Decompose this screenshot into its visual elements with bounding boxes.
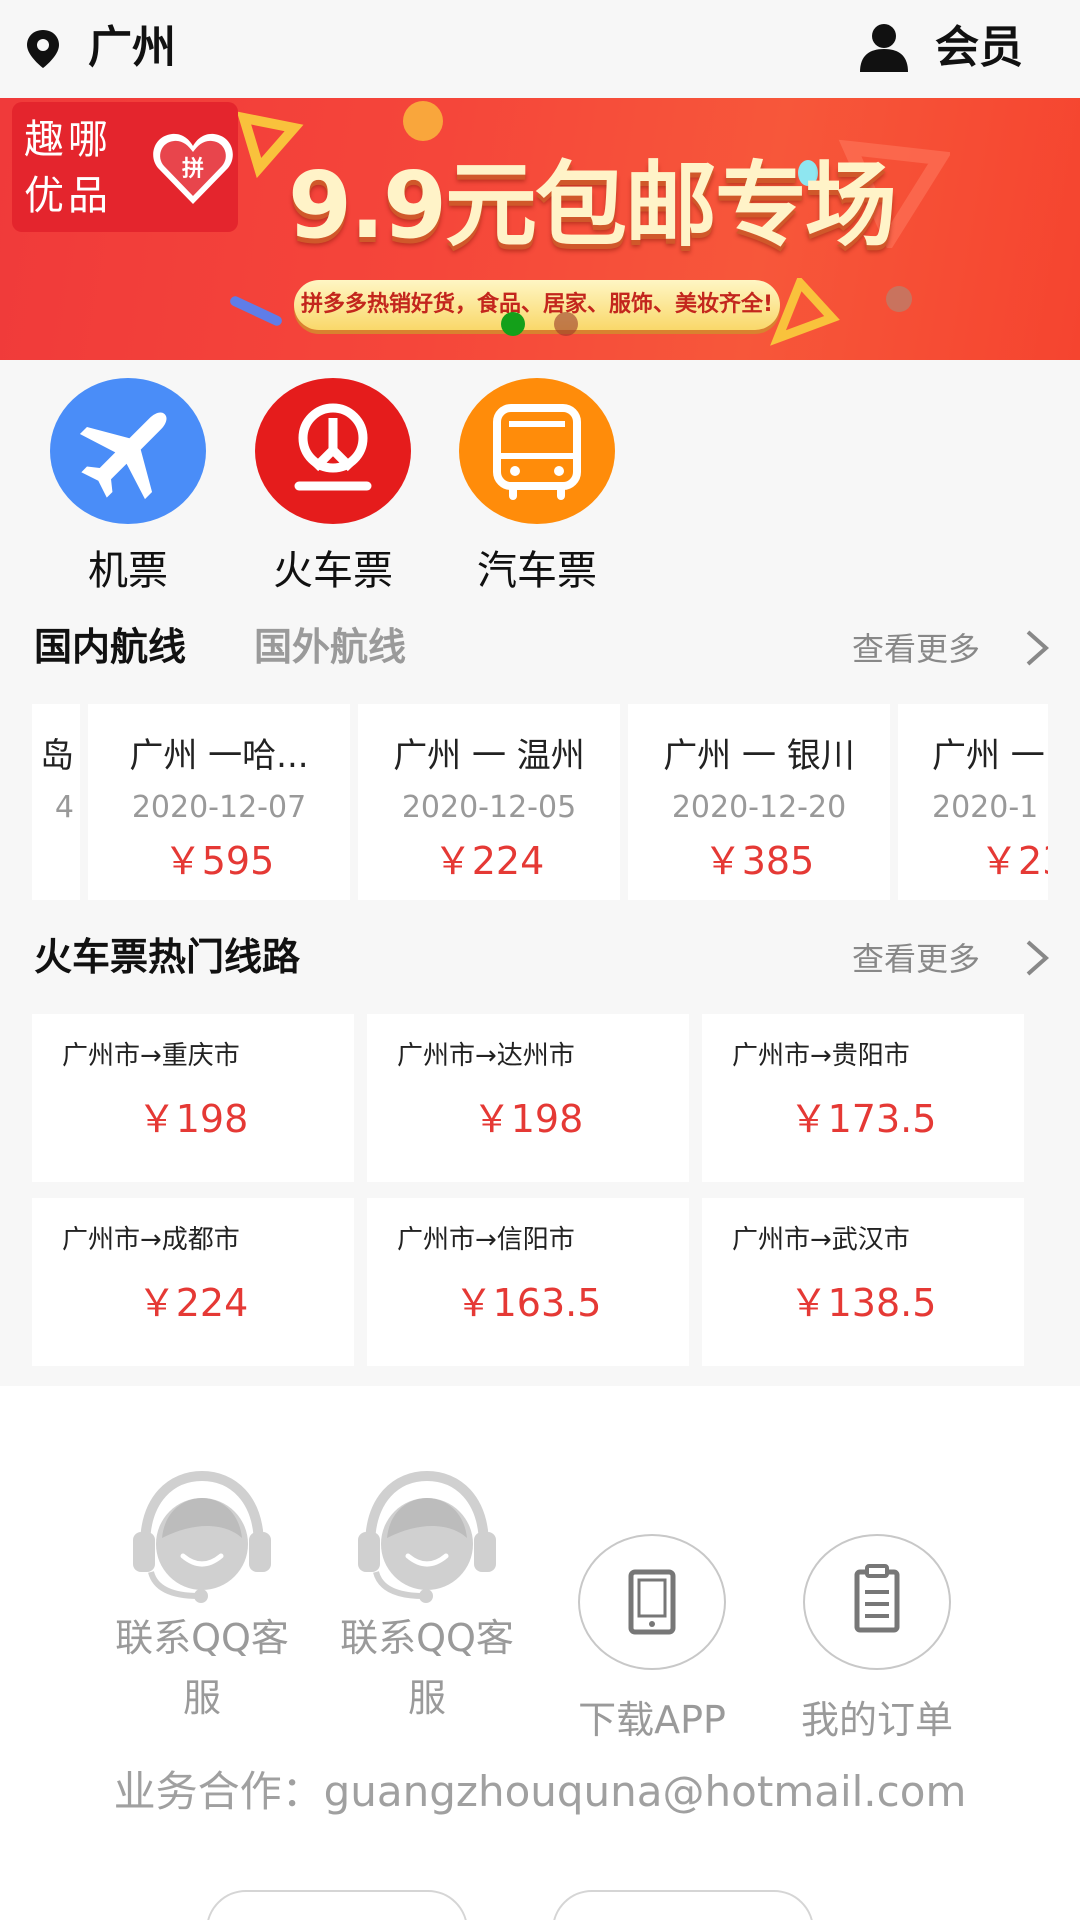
my-orders-label: 我的订单 bbox=[800, 1698, 953, 1742]
airplane-icon bbox=[50, 378, 206, 524]
flight-price: ￥385 bbox=[703, 839, 815, 883]
banner-headline: 9.9元包邮专场 bbox=[288, 152, 897, 259]
flight-route-carousel[interactable]: 岛 4 广州 一哈... 2020-12-07 ￥595 广州 一 温州 202… bbox=[32, 704, 1048, 900]
chevron-right-icon[interactable] bbox=[1024, 628, 1050, 668]
page: 广州 会员 趣哪优品 拼 9.9元包邮专场 拼多多热销好货，食品、居家、服饰、美… bbox=[0, 0, 1080, 1920]
trains-view-more-link[interactable]: 查看更多 bbox=[852, 934, 980, 984]
bus-icon bbox=[459, 378, 615, 524]
flight-route: 广州 一 银川 bbox=[663, 736, 855, 776]
flight-card[interactable]: 岛 4 bbox=[32, 704, 80, 900]
flight-date: 4 bbox=[54, 790, 74, 825]
heart-logo-char: 拼 bbox=[182, 156, 204, 182]
flight-price: ￥224 bbox=[433, 839, 545, 883]
location-pin-icon[interactable] bbox=[24, 28, 62, 70]
qq-support-button-2[interactable]: 联系QQ客 服 bbox=[327, 1468, 527, 1728]
carousel-dot[interactable] bbox=[554, 312, 578, 336]
qq-support-label-2: 联系QQ客 bbox=[340, 1616, 514, 1660]
train-price: ￥173.5 bbox=[789, 1097, 937, 1141]
train-route-card[interactable]: 广州市→贵阳市 ￥173.5 bbox=[702, 1014, 1024, 1182]
bottom-button-left[interactable] bbox=[206, 1890, 468, 1920]
banner-subline: 拼多多热销好货，食品、居家、服饰、美妆齐全! bbox=[300, 292, 774, 317]
train-route: 广州市→信阳市 bbox=[397, 1225, 575, 1255]
bottom-button-right[interactable] bbox=[552, 1890, 814, 1920]
train-section-title: 火车票热门线路 bbox=[34, 935, 301, 979]
qq-support-button-1[interactable]: 联系QQ客 服 bbox=[102, 1468, 302, 1728]
top-bar: 广州 会员 bbox=[0, 0, 1080, 98]
category-bus[interactable]: 汽车票 bbox=[459, 378, 615, 596]
train-route: 广州市→重庆市 bbox=[62, 1041, 240, 1071]
user-icon[interactable] bbox=[858, 22, 910, 72]
train-route-card[interactable]: 广州市→成都市 ￥224 bbox=[32, 1198, 354, 1366]
category-train[interactable]: 火车票 bbox=[255, 378, 411, 596]
my-orders-button[interactable]: 我的订单 bbox=[777, 1534, 977, 1750]
train-price: ￥163.5 bbox=[454, 1281, 602, 1325]
train-route: 广州市→武汉市 bbox=[732, 1225, 910, 1255]
flight-date: 2020-1 bbox=[932, 790, 1039, 825]
tablet-icon bbox=[578, 1534, 726, 1670]
flight-card[interactable]: 广州 一 银川 2020-12-20 ￥385 bbox=[628, 704, 890, 900]
triangle-decoration-2 bbox=[770, 278, 840, 346]
train-route-card[interactable]: 广州市→达州市 ￥198 bbox=[367, 1014, 689, 1182]
qq-support-label-1: 联系QQ客 bbox=[115, 1616, 289, 1660]
category-flight-label: 机票 bbox=[88, 548, 168, 594]
customer-service-icon bbox=[133, 1470, 271, 1603]
flight-date: 2020-12-20 bbox=[671, 790, 847, 825]
heart-logo-icon: 拼 bbox=[153, 133, 233, 204]
qq-support-label-2b: 服 bbox=[407, 1676, 446, 1720]
train-price: ￥198 bbox=[472, 1097, 584, 1141]
train-route-card[interactable]: 广州市→重庆市 ￥198 bbox=[32, 1014, 354, 1182]
category-train-label: 火车票 bbox=[273, 548, 393, 594]
category-flight[interactable]: 机票 bbox=[50, 378, 206, 596]
train-route: 广州市→达州市 bbox=[397, 1041, 575, 1071]
grey-ball-decoration bbox=[886, 286, 912, 312]
member-link[interactable]: 会员 bbox=[935, 20, 1023, 76]
flight-price: ￥23 bbox=[980, 839, 1048, 883]
current-city[interactable]: 广州 bbox=[88, 20, 176, 76]
qq-support-label-1b: 服 bbox=[182, 1676, 221, 1720]
download-app-label: 下载APP bbox=[578, 1698, 726, 1742]
brand-logo: 趣哪优品 拼 bbox=[12, 102, 238, 232]
flight-route: 广州 一 bbox=[932, 736, 1045, 776]
brand-logo-text: 趣哪优品 bbox=[24, 117, 112, 219]
flight-route: 广州 一哈... bbox=[129, 736, 309, 776]
train-route-card[interactable]: 广州市→武汉市 ￥138.5 bbox=[702, 1198, 1024, 1366]
banner-subline-pill: 拼多多热销好货，食品、居家、服饰、美妆齐全! bbox=[294, 280, 780, 330]
stick-decoration bbox=[230, 296, 282, 326]
flight-card[interactable]: 广州 一哈... 2020-12-07 ￥595 bbox=[88, 704, 350, 900]
train-route: 广州市→成都市 bbox=[62, 1225, 240, 1255]
promo-banner[interactable]: 趣哪优品 拼 9.9元包邮专场 拼多多热销好货，食品、居家、服饰、美妆齐全! bbox=[0, 98, 1080, 360]
train-price: ￥198 bbox=[137, 1097, 249, 1141]
business-contact: 业务合作：guangzhouquna@hotmail.com bbox=[113, 1767, 967, 1816]
customer-service-icon bbox=[358, 1470, 496, 1603]
flight-price: ￥595 bbox=[163, 839, 275, 883]
flight-route: 广州 一 温州 bbox=[393, 736, 585, 776]
flights-view-more-link[interactable]: 查看更多 bbox=[852, 624, 980, 674]
train-route-card[interactable]: 广州市→信阳市 ￥163.5 bbox=[367, 1198, 689, 1366]
flight-route: 岛 bbox=[40, 736, 74, 776]
flight-date: 2020-12-05 bbox=[401, 790, 577, 825]
flight-card[interactable]: 广州 一 温州 2020-12-05 ￥224 bbox=[358, 704, 620, 900]
clipboard-icon bbox=[803, 1534, 951, 1670]
train-icon bbox=[255, 378, 411, 524]
tab-international-routes[interactable]: 国外航线 bbox=[254, 622, 406, 672]
category-bus-label: 汽车票 bbox=[477, 548, 597, 594]
train-price: ￥224 bbox=[137, 1281, 249, 1325]
chevron-right-icon[interactable] bbox=[1024, 938, 1050, 978]
ball-decoration bbox=[403, 101, 443, 141]
download-app-button[interactable]: 下载APP bbox=[552, 1534, 752, 1750]
train-route: 广州市→贵阳市 bbox=[732, 1041, 910, 1071]
tab-domestic-routes[interactable]: 国内航线 bbox=[34, 622, 186, 672]
flight-date: 2020-12-07 bbox=[131, 790, 307, 825]
carousel-dot-active[interactable] bbox=[501, 312, 525, 336]
train-price: ￥138.5 bbox=[789, 1281, 937, 1325]
flight-card[interactable]: 广州 一 2020-1 ￥23 bbox=[898, 704, 1048, 900]
